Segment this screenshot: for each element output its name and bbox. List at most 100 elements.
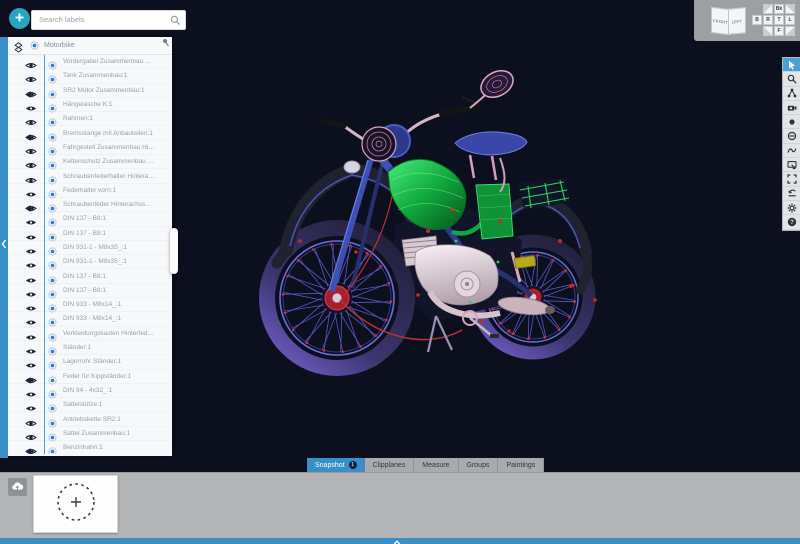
radio-icon[interactable] (48, 286, 57, 295)
radio-icon[interactable] (48, 372, 57, 381)
tree-item[interactable]: DIN 933 - M8x14_:1 (8, 312, 172, 326)
radio-icon[interactable] (48, 114, 57, 123)
radio-icon[interactable] (48, 443, 57, 452)
eye-filled-icon[interactable] (25, 300, 38, 309)
eye-half-icon[interactable] (25, 200, 38, 209)
radio-icon[interactable] (48, 257, 57, 266)
present-tool[interactable] (783, 158, 800, 172)
tree-item[interactable]: Fahrgestell Zusammenbau Hinterrad:1 (8, 141, 172, 155)
radio-icon[interactable] (48, 329, 57, 338)
tree-item[interactable]: DIN 933 - M8x14_:1 (8, 298, 172, 312)
eye-outline-icon[interactable] (25, 172, 38, 181)
radio-icon[interactable] (48, 100, 57, 109)
tree-item[interactable]: DIN 137 - B8:1 (8, 269, 172, 283)
eye-half-icon[interactable] (25, 443, 38, 452)
eye-outline-icon[interactable] (25, 429, 38, 438)
motorbike-model[interactable] (267, 65, 597, 368)
view-back[interactable]: Bk (774, 4, 784, 14)
view-diagonal[interactable] (763, 26, 773, 36)
radio-icon[interactable] (48, 343, 57, 352)
tab-snapshot[interactable]: Snapshot1 (307, 458, 365, 472)
eye-filled-icon[interactable] (25, 272, 38, 281)
radio-icon[interactable] (48, 157, 57, 166)
radio-icon[interactable] (48, 357, 57, 366)
tree-item[interactable]: Benzinhahn:1 (8, 441, 172, 454)
radio-icon[interactable] (48, 229, 57, 238)
tree-item[interactable]: Hängelasche K:1 (8, 98, 172, 112)
eye-outline-icon[interactable] (25, 57, 38, 66)
electric-box[interactable] (514, 256, 535, 269)
tree-item[interactable]: Verkleidungskasten Hinterfeder:1 (8, 327, 172, 341)
radio-icon[interactable] (48, 200, 57, 209)
radio-icon[interactable] (48, 214, 57, 223)
tree-item[interactable]: Lagerrohr Ständer:1 (8, 355, 172, 369)
radio-icon[interactable] (48, 57, 57, 66)
tree-item[interactable]: Rahmen:1 (8, 112, 172, 126)
radio-icon[interactable] (48, 129, 57, 138)
eye-outline-icon[interactable] (25, 114, 38, 123)
freehand-tool[interactable] (783, 144, 800, 158)
view-bottom[interactable]: B (752, 15, 762, 25)
radio-icon[interactable] (48, 300, 57, 309)
upload-snapshot-button[interactable] (8, 478, 27, 496)
structure-tool[interactable] (783, 87, 800, 101)
eye-filled-icon[interactable] (25, 243, 38, 252)
eye-filled-icon[interactable] (25, 329, 38, 338)
eye-half-icon[interactable] (25, 129, 38, 138)
tab-groups[interactable]: Groups (459, 458, 499, 472)
eye-filled-icon[interactable] (25, 357, 38, 366)
search-input[interactable] (31, 10, 186, 30)
view-left[interactable]: L (785, 15, 795, 25)
tree-item[interactable]: Federhalter vorn:1 (8, 184, 172, 198)
radio-icon[interactable] (48, 400, 57, 409)
eye-filled-icon[interactable] (25, 229, 38, 238)
eye-outline-icon[interactable] (25, 71, 38, 80)
view-right[interactable]: R (763, 15, 773, 25)
tab-clipplanes[interactable]: Clipplanes (365, 458, 415, 472)
tree-item[interactable]: Sattelstütze:1 (8, 398, 172, 412)
tray-expand-bar[interactable] (0, 538, 800, 544)
view-page-left[interactable]: LEFT (728, 7, 746, 35)
sidebar-collapse-handle[interactable] (0, 37, 8, 458)
eye-half-icon[interactable] (25, 86, 38, 95)
add-label-button[interactable] (9, 8, 30, 29)
eye-filled-icon[interactable] (25, 214, 38, 223)
radio-icon[interactable] (48, 386, 57, 395)
horn[interactable] (344, 161, 360, 173)
eye-filled-icon[interactable] (25, 186, 38, 195)
radio-icon[interactable] (48, 186, 57, 195)
radio-icon[interactable] (48, 314, 57, 323)
eye-outline-icon[interactable] (25, 157, 38, 166)
tree-item[interactable]: SR2 Motor Zusammenbau:1 (8, 84, 172, 98)
tree-item[interactable]: DIN 137 - B8:1 (8, 227, 172, 241)
side-panel[interactable] (476, 184, 513, 239)
tree-item[interactable]: Ständer:1 (8, 341, 172, 355)
eye-filled-icon[interactable] (25, 400, 38, 409)
eye-filled-icon[interactable] (25, 314, 38, 323)
paint-tool[interactable] (783, 115, 800, 129)
tree-item[interactable]: Vordergabel Zusammenbau mit Rad:1 (8, 55, 172, 69)
radio-icon[interactable] (48, 243, 57, 252)
radio-icon[interactable] (48, 415, 57, 424)
snapshot-tool[interactable] (783, 101, 800, 115)
view-diagonal[interactable] (763, 4, 773, 14)
eye-filled-icon[interactable] (25, 286, 38, 295)
radio-icon[interactable] (48, 172, 57, 181)
settings-tool[interactable] (783, 201, 800, 215)
tree-item[interactable]: DIN 94 - 4x32_:1 (8, 384, 172, 398)
view-top[interactable]: T (774, 15, 784, 25)
tree-item[interactable]: DIN 137 - B8:1 (8, 212, 172, 226)
collapse-all-icon[interactable] (13, 40, 24, 51)
tree-item[interactable]: Tank Zusammenbau:1 (8, 69, 172, 83)
radio-icon[interactable] (48, 71, 57, 80)
tree-item[interactable]: Schraubenfeder Hinterachsschwinge:1 (8, 198, 172, 212)
select-tool[interactable] (783, 58, 800, 72)
tree-item[interactable]: Sattel Zusammenbau:1 (8, 427, 172, 441)
radio-icon[interactable] (48, 143, 57, 152)
radio-icon[interactable] (48, 86, 57, 95)
eye-filled-icon[interactable] (25, 100, 38, 109)
tab-measure[interactable]: Measure (414, 458, 458, 472)
tree-scrollbar-thumb[interactable] (170, 228, 178, 274)
new-snapshot-tile[interactable] (33, 475, 118, 533)
eye-filled-icon[interactable] (25, 386, 38, 395)
